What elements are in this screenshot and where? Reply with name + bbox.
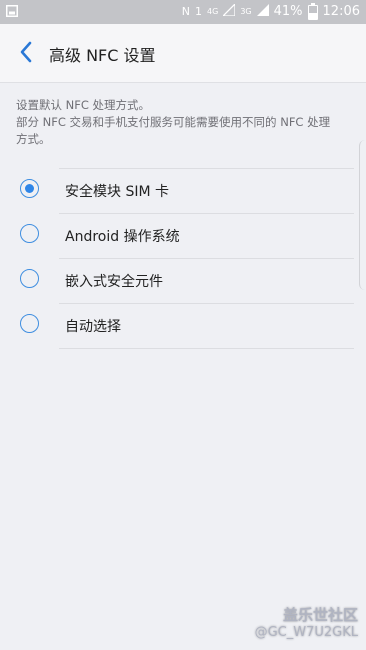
signal-icon-2 <box>256 4 269 20</box>
battery-percent: 41% <box>273 4 303 19</box>
signal-icon <box>221 2 236 20</box>
chevron-left-icon <box>20 41 32 63</box>
description-line-1: 设置默认 NFC 处理方式。 <box>16 98 151 112</box>
back-button[interactable] <box>8 34 44 70</box>
battery-icon <box>307 2 318 20</box>
app-bar: 高级 NFC 设置 <box>0 24 366 83</box>
description-line-3: 方式。 <box>16 132 51 146</box>
radio-button[interactable] <box>20 224 39 243</box>
watermark: 盖乐世社区 @GC_W7U2GKL <box>255 606 358 641</box>
option-label: 自动选择 <box>65 319 121 335</box>
edge-panel-handle[interactable] <box>359 140 366 290</box>
radio-button[interactable] <box>20 314 39 333</box>
option-auto[interactable]: 自动选择 <box>0 303 366 349</box>
network-3g-label: 3G <box>240 7 252 16</box>
page-title: 高级 NFC 设置 <box>49 46 156 65</box>
option-label: 安全模块 SIM 卡 <box>65 184 169 200</box>
radio-button[interactable] <box>20 179 39 198</box>
option-sim[interactable]: 安全模块 SIM 卡 <box>0 168 366 213</box>
network-4g-label: 4G <box>207 7 219 16</box>
option-embedded[interactable]: 嵌入式安全元件 <box>0 258 366 303</box>
description-line-2: 部分 NFC 交易和手机支付服务可能需要使用不同的 NFC 处理 <box>16 115 331 129</box>
sim-icon: 1 <box>195 5 203 18</box>
radio-button[interactable] <box>20 269 39 288</box>
nfc-icon: N <box>181 5 191 18</box>
image-icon <box>6 5 18 21</box>
clock: 12:06 <box>322 4 360 19</box>
option-label: 嵌入式安全元件 <box>65 274 163 290</box>
watermark-title: 盖乐世社区 <box>282 606 358 624</box>
radio-selected-dot <box>25 184 34 193</box>
option-android[interactable]: Android 操作系统 <box>0 213 366 258</box>
status-bar: N 1 4G 3G 41% 12:06 <box>0 0 366 24</box>
nfc-options-list: 安全模块 SIM 卡 Android 操作系统 嵌入式安全元件 自动选择 <box>0 168 366 349</box>
description: 设置默认 NFC 处理方式。 部分 NFC 交易和手机支付服务可能需要使用不同的… <box>16 97 354 148</box>
option-label: Android 操作系统 <box>65 229 180 245</box>
watermark-user: @GC_W7U2GKL <box>254 625 358 640</box>
